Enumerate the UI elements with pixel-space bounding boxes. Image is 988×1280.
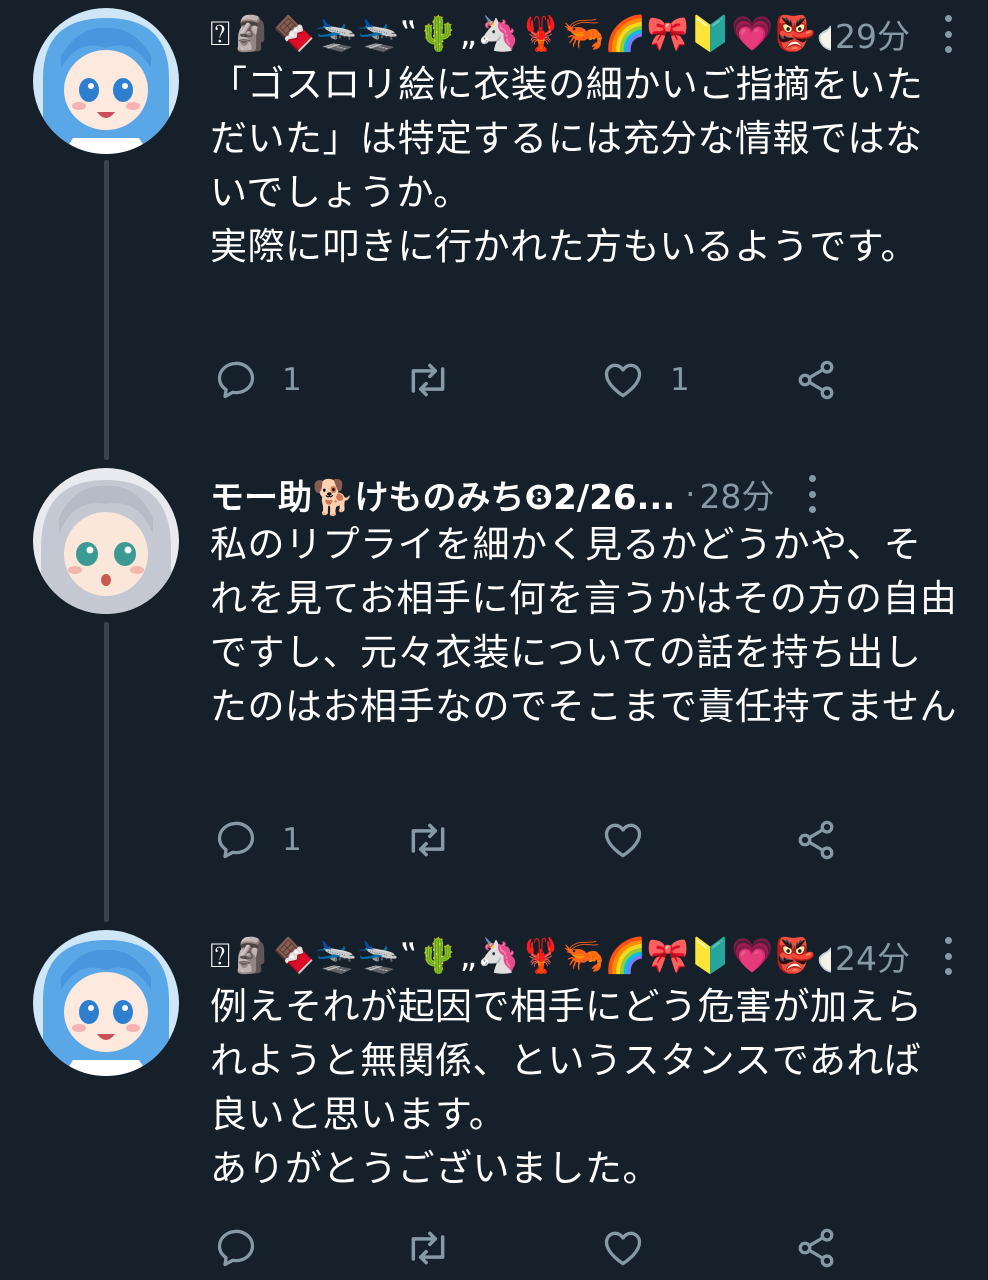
- tweet-header: ⍰🗿🍫🛬🛬‟🌵„🦄🦞🦐🌈🎀🔰💗👺🍼 29分: [210, 6, 968, 62]
- like-button[interactable]: 1: [600, 350, 690, 410]
- tweet-header: モー助🐕けものみち❽2/26... · 28分: [210, 466, 968, 522]
- heart-icon: [604, 1231, 642, 1266]
- timestamp[interactable]: 29分: [835, 10, 910, 58]
- avatar[interactable]: [33, 930, 179, 1076]
- heart-icon: [604, 823, 642, 858]
- retweet-icon: [411, 363, 445, 397]
- tweet-actions: [210, 1218, 890, 1278]
- silver-hair-avatar-icon: [33, 468, 179, 614]
- tweet-text: 私のリプライを細かく見るかどうかや、それを見てお相手に何を言うかはその方の自由で…: [210, 523, 958, 728]
- more-vertical-icon[interactable]: [928, 933, 968, 979]
- avatar[interactable]: [33, 8, 179, 154]
- retweet-button[interactable]: [404, 810, 476, 870]
- tweet-actions: 1 1: [210, 350, 890, 410]
- share-icon: [798, 1228, 834, 1268]
- like-count: 1: [670, 362, 690, 398]
- reply-icon: [217, 1229, 255, 1267]
- reply-count: 1: [282, 822, 302, 858]
- retweet-button[interactable]: [404, 350, 476, 410]
- thread-line-2: [104, 622, 109, 922]
- share-button[interactable]: [794, 350, 838, 410]
- like-button[interactable]: [600, 810, 670, 870]
- tweet-text: 例えそれが起因で相手にどう危害が加えられようと無関係、というスタンスであれば良い…: [210, 985, 923, 1190]
- tweet-header: ⍰🗿🍫🛬🛬‟🌵„🦄🦞🦐🌈🎀🔰💗👺🍼 24分: [210, 928, 968, 984]
- separator-dot: ·: [685, 475, 696, 513]
- avatar[interactable]: [33, 468, 179, 614]
- more-vertical-icon[interactable]: [928, 11, 968, 57]
- share-icon: [798, 360, 834, 400]
- blue-hair-avatar-icon: [33, 8, 179, 154]
- reply-button[interactable]: 1: [214, 350, 302, 410]
- more-vertical-icon[interactable]: [792, 471, 832, 517]
- tweet-actions: 1: [210, 810, 890, 870]
- share-button[interactable]: [794, 810, 838, 870]
- reply-count: 1: [282, 362, 302, 398]
- retweet-icon: [411, 823, 445, 857]
- like-button[interactable]: [600, 1218, 670, 1278]
- display-name[interactable]: モー助🐕けものみち❽2/26...: [210, 470, 675, 519]
- reply-button[interactable]: [214, 1218, 282, 1278]
- heart-icon: [604, 363, 642, 398]
- reply-icon: [217, 361, 255, 399]
- reply-icon: [217, 821, 255, 859]
- retweet-icon: [411, 1231, 445, 1265]
- blue-hair-avatar-icon: [33, 930, 179, 1076]
- retweet-button[interactable]: [404, 1218, 476, 1278]
- reply-button[interactable]: 1: [214, 810, 302, 870]
- thread-line-1: [104, 160, 109, 460]
- timestamp[interactable]: 24分: [835, 932, 910, 980]
- tweet-text: 「ゴスロリ絵に衣装の細かいご指摘をいただいた」は特定するには充分な情報ではないで…: [210, 63, 924, 268]
- timestamp[interactable]: 28分: [699, 470, 774, 518]
- display-name[interactable]: ⍰🗿🍫🛬🛬‟🌵„🦄🦞🦐🌈🎀🔰💗👺🍼: [210, 14, 831, 54]
- share-button[interactable]: [794, 1218, 838, 1278]
- share-icon: [798, 820, 834, 860]
- display-name[interactable]: ⍰🗿🍫🛬🛬‟🌵„🦄🦞🦐🌈🎀🔰💗👺🍼: [210, 936, 831, 976]
